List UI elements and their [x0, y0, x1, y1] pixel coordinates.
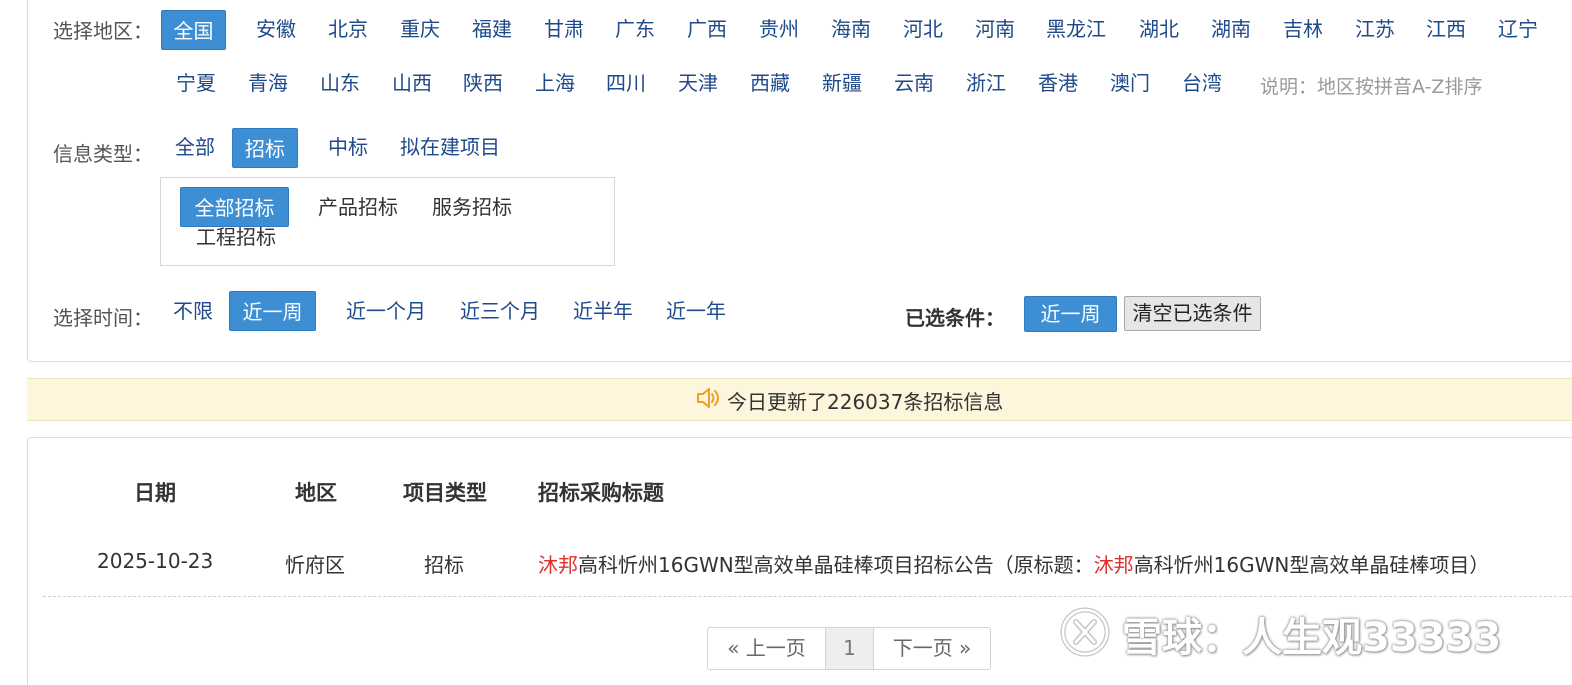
region-option-liaoning[interactable]: 辽宁: [1488, 9, 1548, 49]
subtype-engineering-tender[interactable]: 工程招标: [186, 217, 286, 257]
time-option-three-months[interactable]: 近三个月: [450, 291, 550, 331]
region-option-anhui[interactable]: 安徽: [246, 9, 306, 49]
region-option-jiangxi[interactable]: 江西: [1416, 9, 1476, 49]
info-type-all[interactable]: 全部: [165, 127, 225, 167]
region-label: 选择地区：: [53, 19, 153, 43]
time-label: 选择时间：: [53, 306, 153, 330]
info-type-award[interactable]: 中标: [318, 127, 378, 167]
region-sort-note: 说明：地区按拼音A-Z排序: [1260, 76, 1483, 98]
region-option-guangxi[interactable]: 广西: [677, 9, 737, 49]
speaker-icon: [695, 385, 721, 415]
time-option-month[interactable]: 近一个月: [336, 291, 436, 331]
region-option-national[interactable]: 全国: [161, 10, 226, 50]
region-option-gansu[interactable]: 甘肃: [534, 9, 594, 49]
region-option-hunan[interactable]: 湖南: [1201, 9, 1261, 49]
region-option-tianjin[interactable]: 天津: [668, 63, 728, 103]
region-option-shanghai[interactable]: 上海: [525, 63, 585, 103]
region-option-beijing[interactable]: 北京: [318, 9, 378, 49]
header-type: 项目类型: [403, 481, 487, 505]
watermark: 雪球：人生观33333: [1058, 606, 1501, 662]
region-option-guizhou[interactable]: 贵州: [749, 9, 809, 49]
region-option-sichuan[interactable]: 四川: [596, 63, 656, 103]
region-option-fujian[interactable]: 福建: [462, 9, 522, 49]
region-option-jiangsu[interactable]: 江苏: [1345, 9, 1405, 49]
region-option-qinghai[interactable]: 青海: [238, 63, 298, 103]
info-type-label: 信息类型：: [53, 142, 153, 166]
row-date: 2025-10-23: [97, 549, 214, 573]
region-option-guangdong[interactable]: 广东: [605, 9, 665, 49]
page-number-current[interactable]: 1: [826, 628, 874, 669]
notice-text: 今日更新了226037条招标信息: [727, 389, 1004, 414]
info-type-planned[interactable]: 拟在建项目: [390, 127, 510, 167]
region-option-xizang[interactable]: 西藏: [740, 63, 800, 103]
info-type-tender[interactable]: 招标: [232, 128, 298, 168]
region-option-yunnan[interactable]: 云南: [884, 63, 944, 103]
selected-conditions-label: 已选条件：: [905, 306, 1005, 330]
time-option-year[interactable]: 近一年: [656, 291, 736, 331]
region-option-shandong[interactable]: 山东: [310, 63, 370, 103]
row-divider: [43, 596, 1572, 597]
title-keyword-highlight: 沐邦: [1093, 553, 1134, 577]
region-option-hebei[interactable]: 河北: [893, 9, 953, 49]
time-option-unlimited[interactable]: 不限: [163, 291, 223, 331]
time-option-half-year[interactable]: 近半年: [563, 291, 643, 331]
row-region: 忻府区: [285, 553, 345, 577]
header-region: 地区: [295, 481, 337, 505]
title-keyword-highlight: 沐邦: [538, 553, 578, 577]
selected-condition-tag[interactable]: 近一周: [1024, 296, 1117, 332]
region-option-zhejiang[interactable]: 浙江: [956, 63, 1016, 103]
next-page-button[interactable]: 下一页 »: [874, 628, 990, 669]
region-option-hainan[interactable]: 海南: [821, 9, 881, 49]
region-option-xinjiang[interactable]: 新疆: [812, 63, 872, 103]
region-option-hubei[interactable]: 湖北: [1129, 9, 1189, 49]
row-title-link[interactable]: 沐邦高科忻州16GWN型高效单晶硅棒项目招标公告（原标题：沐邦高科忻州16GWN…: [538, 549, 1489, 578]
title-text: 高科忻州16GWN型高效单晶硅棒项目招标公告（原标题：: [578, 553, 1094, 577]
region-option-heilongjiang[interactable]: 黑龙江: [1036, 9, 1116, 49]
snowball-logo-icon: [1058, 605, 1112, 663]
region-option-taiwan[interactable]: 台湾: [1172, 63, 1232, 103]
row-type: 招标: [424, 553, 464, 577]
title-text: 高科忻州16GWN型高效单晶硅棒项目）: [1133, 553, 1490, 577]
region-option-shanxi[interactable]: 山西: [382, 63, 442, 103]
notice-content: 今日更新了226037条招标信息: [695, 385, 1004, 415]
region-option-chongqing[interactable]: 重庆: [390, 9, 450, 49]
region-option-macau[interactable]: 澳门: [1100, 63, 1160, 103]
region-option-henan[interactable]: 河南: [965, 9, 1025, 49]
subtype-product-tender[interactable]: 产品招标: [308, 187, 408, 227]
pagination: « 上一页 1 下一页 »: [707, 627, 991, 670]
time-option-week[interactable]: 近一周: [229, 291, 316, 331]
region-option-hongkong[interactable]: 香港: [1028, 63, 1088, 103]
clear-conditions-button[interactable]: 清空已选条件: [1124, 296, 1261, 331]
header-title: 招标采购标题: [538, 481, 664, 505]
region-option-jilin[interactable]: 吉林: [1273, 9, 1333, 49]
watermark-text: 雪球：人生观33333: [1122, 615, 1502, 661]
header-date: 日期: [134, 481, 176, 505]
update-notice-bar: 今日更新了226037条招标信息: [27, 378, 1572, 421]
prev-page-button[interactable]: « 上一页: [708, 628, 826, 669]
region-option-ningxia[interactable]: 宁夏: [166, 63, 226, 103]
subtype-service-tender[interactable]: 服务招标: [422, 187, 522, 227]
region-option-shaanxi[interactable]: 陕西: [453, 63, 513, 103]
